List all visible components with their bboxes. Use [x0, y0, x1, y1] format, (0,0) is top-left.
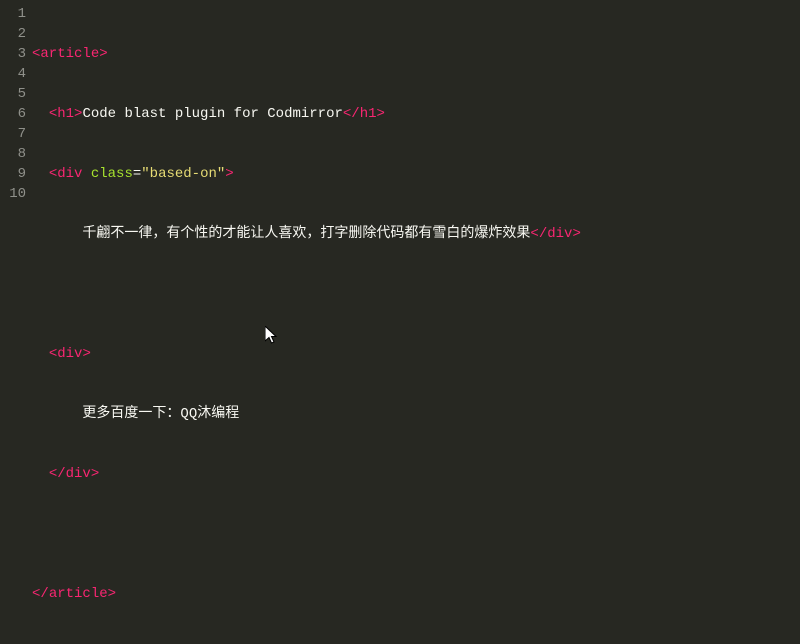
tag-name-h1: h1 [360, 106, 377, 122]
space [82, 166, 90, 182]
tag-name-div: div [547, 226, 572, 242]
code-line[interactable]: <article> [32, 44, 800, 64]
line-number: 2 [0, 24, 26, 44]
tag-close-bracket: > [572, 226, 580, 242]
line-number: 4 [0, 64, 26, 84]
tag-name-div: div [57, 166, 82, 182]
indent [32, 466, 49, 482]
tag-name-div: div [66, 466, 91, 482]
tag-open-bracket: < [49, 166, 57, 182]
tag-close-open: </ [32, 586, 49, 602]
line-number: 7 [0, 124, 26, 144]
tag-name-div: div [57, 346, 82, 362]
h1-text: Code blast plugin for Codmirror [82, 106, 342, 122]
tag-close-open: </ [530, 226, 547, 242]
line-number: 9 [0, 164, 26, 184]
line-number: 3 [0, 44, 26, 64]
code-line[interactable]: </article> [32, 584, 800, 604]
tag-name-article: article [40, 46, 99, 62]
tag-open-bracket: < [49, 106, 57, 122]
code-line[interactable]: <div class="based-on"> [32, 164, 800, 184]
code-line[interactable]: 更多百度一下：QQ沐编程 [32, 404, 800, 424]
tag-open-bracket: < [49, 346, 57, 362]
attr-class: class [91, 166, 133, 182]
tag-close-bracket: > [108, 586, 116, 602]
tag-close-bracket: > [377, 106, 385, 122]
code-line[interactable] [32, 284, 800, 304]
line-number: 8 [0, 144, 26, 164]
line-number: 1 [0, 4, 26, 24]
tag-close-bracket: > [82, 346, 90, 362]
tag-close-bracket: > [91, 466, 99, 482]
indent [32, 106, 49, 122]
code-area[interactable]: <article> <h1>Code blast plugin for Codm… [32, 4, 800, 500]
attr-value: "based-on" [141, 166, 225, 182]
code-editor[interactable]: 1 2 3 4 5 6 7 8 9 10 <article> <h1>Code … [0, 0, 800, 500]
line-number: 10 [0, 184, 26, 204]
code-line[interactable]: <div> [32, 344, 800, 364]
line4-text: 千翩不一律，有个性的才能让人喜欢，打字删除代码都有雪白的爆炸效果 [82, 226, 530, 242]
tag-close-bracket: > [225, 166, 233, 182]
equals: = [133, 166, 141, 182]
tag-name-h1: h1 [57, 106, 74, 122]
code-line[interactable]: </div> [32, 464, 800, 484]
indent [32, 166, 49, 182]
tag-name-article: article [49, 586, 108, 602]
tag-close-open: </ [343, 106, 360, 122]
code-line[interactable] [32, 524, 800, 544]
line-number-gutter: 1 2 3 4 5 6 7 8 9 10 [0, 4, 32, 500]
line7-text: 更多百度一下：QQ沐编程 [82, 406, 239, 422]
tag-close-bracket: > [99, 46, 107, 62]
tag-close-open: </ [49, 466, 66, 482]
indent [32, 226, 82, 242]
line-number: 6 [0, 104, 26, 124]
code-line[interactable]: <h1>Code blast plugin for Codmirror</h1> [32, 104, 800, 124]
indent [32, 406, 82, 422]
line-number: 5 [0, 84, 26, 104]
code-line[interactable]: 千翩不一律，有个性的才能让人喜欢，打字删除代码都有雪白的爆炸效果</div> [32, 224, 800, 244]
indent [32, 346, 49, 362]
